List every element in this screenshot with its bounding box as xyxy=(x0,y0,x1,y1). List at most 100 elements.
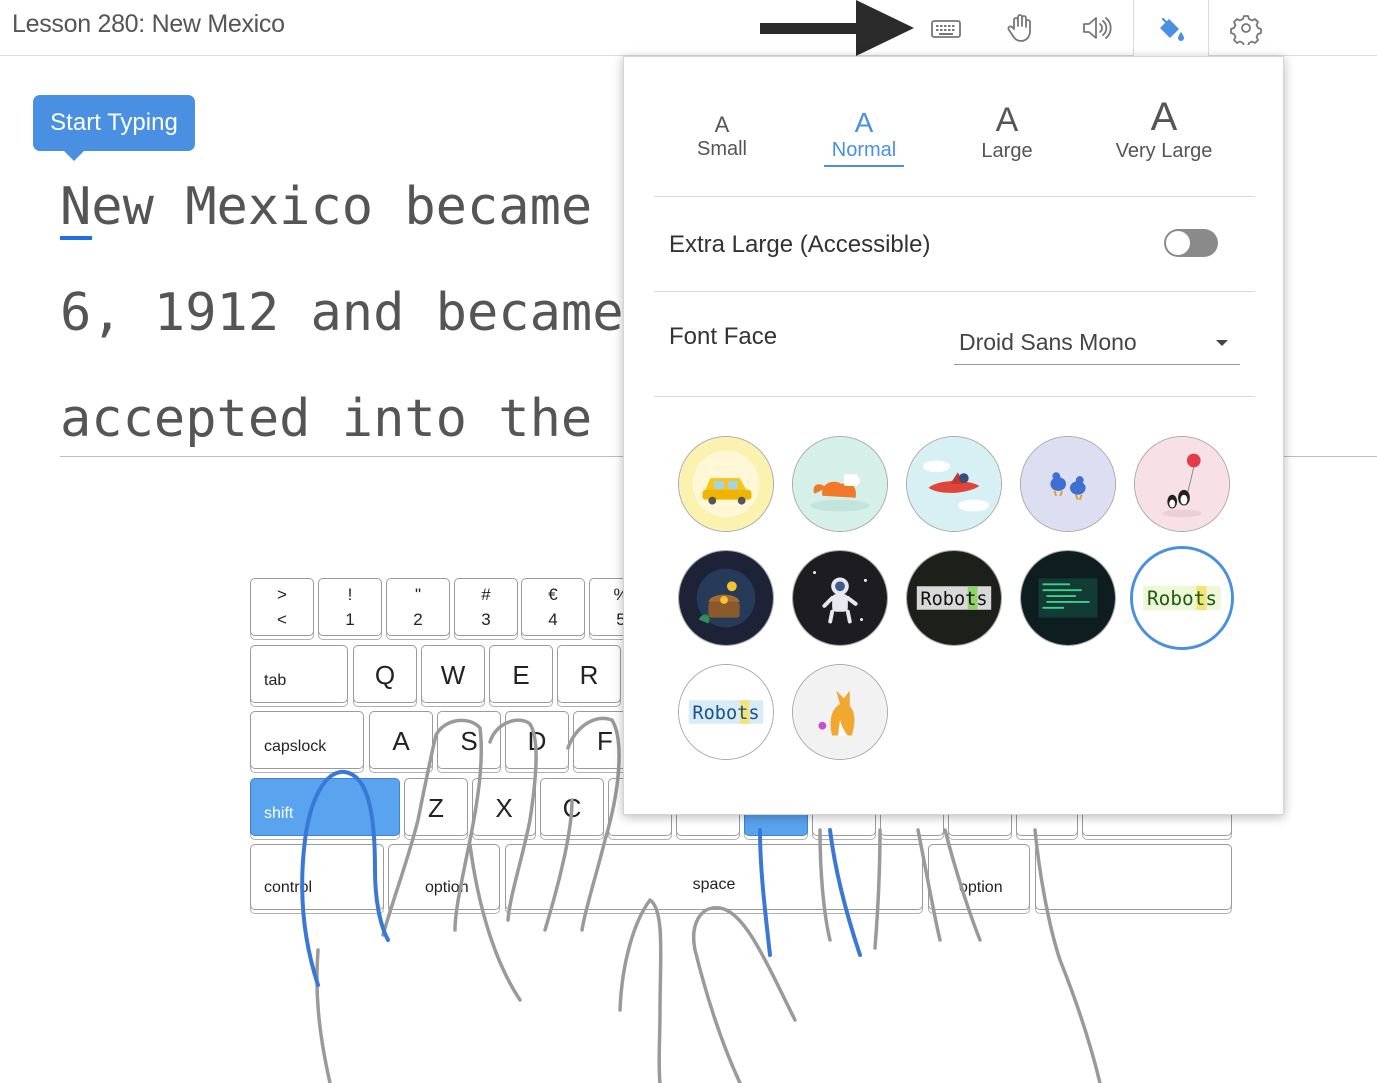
key-label: 1 xyxy=(345,610,355,629)
font-size-small-option[interactable]: A Small xyxy=(682,112,762,161)
key-section[interactable]: > < xyxy=(250,578,314,636)
gear-icon xyxy=(1230,15,1262,45)
key-c[interactable]: C xyxy=(540,778,604,836)
theme-fox[interactable] xyxy=(792,436,888,532)
theme-birds[interactable] xyxy=(1020,436,1116,532)
key-label: tab xyxy=(264,672,287,689)
keyboard-toggle-button[interactable] xyxy=(908,0,984,56)
taxi-image xyxy=(679,437,773,531)
key-option-right[interactable]: option xyxy=(928,844,1030,910)
key-label: E xyxy=(512,660,530,690)
size-label: Large xyxy=(981,140,1033,162)
key-control[interactable]: control xyxy=(250,844,384,910)
key-3[interactable]: # 3 xyxy=(454,578,518,636)
divider xyxy=(654,291,1255,292)
key-label: control xyxy=(264,879,313,896)
theme-corgi[interactable] xyxy=(792,664,888,760)
key-label: space xyxy=(692,876,736,893)
robots-dark-image: Robots xyxy=(907,551,1001,645)
key-label: R xyxy=(579,660,599,690)
theme-popup: A Small A Normal A Large A Very Large Ex… xyxy=(623,56,1284,815)
key-label: 2 xyxy=(413,610,423,629)
font-face-label: Font Face xyxy=(669,323,778,350)
key-label: Q xyxy=(374,660,396,690)
sound-toggle-button[interactable] xyxy=(1058,0,1134,56)
key-x[interactable]: X xyxy=(472,778,536,836)
key-shift-left[interactable]: shift xyxy=(250,778,400,836)
size-glyph: A xyxy=(854,107,874,138)
key-label-shift: > xyxy=(277,585,287,604)
key-label: Z xyxy=(428,793,444,823)
robots-light-text: Robots xyxy=(1147,587,1217,610)
key-tab[interactable]: tab xyxy=(250,645,348,703)
font-size-normal-option[interactable]: A Normal xyxy=(824,107,904,167)
key-z[interactable]: Z xyxy=(404,778,468,836)
robots-blue-text: Robots xyxy=(692,703,759,724)
key-label: < xyxy=(277,610,287,629)
penguins-image xyxy=(1135,437,1229,531)
toggle-knob xyxy=(1165,230,1191,256)
key-d[interactable]: D xyxy=(505,711,569,769)
theme-penguins[interactable] xyxy=(1134,436,1230,532)
start-typing-tooltip[interactable]: Start Typing xyxy=(33,95,195,161)
key-s[interactable]: S xyxy=(437,711,501,769)
key-w[interactable]: W xyxy=(421,645,485,703)
key-label: C xyxy=(562,793,582,823)
size-glyph: A xyxy=(714,112,730,137)
top-bar: Lesson 280: New Mexico xyxy=(0,0,1377,58)
paint-bucket-icon xyxy=(1160,17,1184,41)
key-label: S xyxy=(460,726,478,756)
extra-large-toggle[interactable] xyxy=(1164,229,1218,257)
keyboard-icon xyxy=(931,20,961,38)
key-2[interactable]: " 2 xyxy=(386,578,450,636)
key-option-left[interactable]: option xyxy=(388,844,500,910)
theme-treasure[interactable] xyxy=(678,550,774,646)
theme-taxi[interactable] xyxy=(678,436,774,532)
size-label: Very Large xyxy=(1115,140,1213,162)
key-1[interactable]: ! 1 xyxy=(318,578,382,636)
typing-cursor xyxy=(60,236,92,240)
robots-dark-text: Robots xyxy=(920,589,987,610)
key-label: X xyxy=(495,793,513,823)
size-glyph: A xyxy=(1150,95,1178,139)
key-space[interactable]: space xyxy=(505,844,923,910)
key-label-shift: " xyxy=(414,585,422,604)
hand-icon xyxy=(1007,14,1031,42)
font-size-very-large-option[interactable]: A Very Large xyxy=(1109,95,1219,163)
hands-toggle-button[interactable] xyxy=(983,0,1059,56)
theme-robots-light[interactable]: Robots xyxy=(1130,546,1234,650)
robots-blue-image: Robots xyxy=(679,665,773,759)
key-label: 4 xyxy=(548,610,558,629)
key-label: 3 xyxy=(481,610,491,629)
key-label: shift xyxy=(264,805,294,822)
divider xyxy=(654,396,1255,397)
key-command-right[interactable] xyxy=(1035,844,1232,910)
theme-airplane[interactable] xyxy=(906,436,1002,532)
key-label-shift: ! xyxy=(347,585,353,604)
key-q[interactable]: Q xyxy=(353,645,417,703)
birds-image xyxy=(1021,437,1115,531)
font-face-select[interactable]: Droid Sans Mono xyxy=(954,325,1240,365)
astronaut-image xyxy=(793,551,887,645)
key-capslock[interactable]: capslock xyxy=(250,711,364,769)
key-4[interactable]: € 4 xyxy=(521,578,585,636)
theme-code[interactable] xyxy=(1020,550,1116,646)
theme-robots-dark[interactable]: Robots xyxy=(906,550,1002,646)
key-label: capslock xyxy=(264,738,327,755)
key-label: option xyxy=(425,879,469,896)
key-a[interactable]: A xyxy=(369,711,433,769)
font-size-large-option[interactable]: A Large xyxy=(964,101,1050,163)
extra-large-label: Extra Large (Accessible) xyxy=(669,231,931,258)
settings-button[interactable] xyxy=(1208,0,1284,56)
lesson-title: Lesson 280: New Mexico xyxy=(12,10,285,38)
airplane-image xyxy=(907,437,1001,531)
theme-astronaut[interactable] xyxy=(792,550,888,646)
pointer-arrow-icon xyxy=(760,0,914,56)
key-label-shift: € xyxy=(548,585,558,604)
key-e[interactable]: E xyxy=(489,645,553,703)
key-r[interactable]: R xyxy=(557,645,621,703)
size-glyph: A xyxy=(995,101,1019,139)
key-label-shift: # xyxy=(481,585,491,604)
theme-button[interactable] xyxy=(1133,0,1209,58)
theme-robots-blue[interactable]: Robots xyxy=(678,664,774,760)
